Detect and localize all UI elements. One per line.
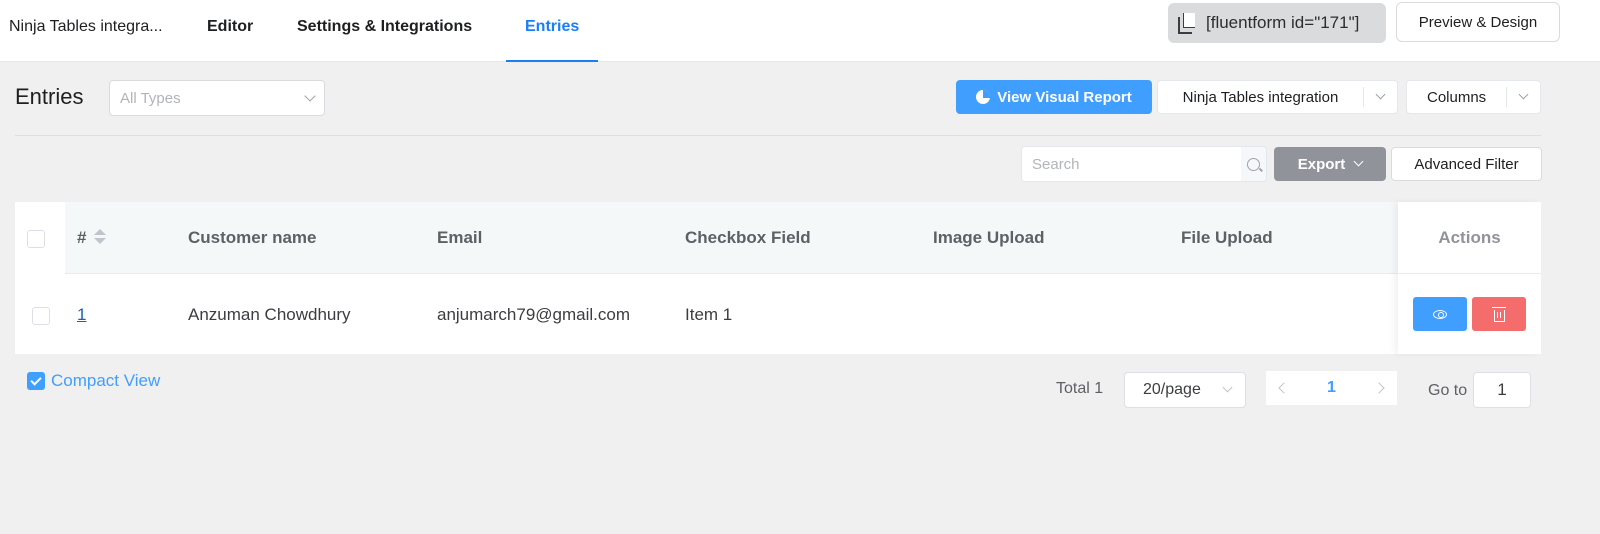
next-page-button[interactable]: [1373, 382, 1385, 394]
total-count: Total 1: [1056, 380, 1104, 397]
view-visual-report-button[interactable]: View Visual Report: [956, 80, 1152, 114]
entry-type-placeholder: All Types: [120, 89, 181, 107]
compact-view-checkbox[interactable]: [27, 372, 45, 390]
chevron-down-icon: [1375, 89, 1386, 100]
checkbox-field-cell: Item 1: [685, 305, 733, 324]
goto-label: Go to: [1428, 382, 1468, 399]
tab-entries[interactable]: Entries: [505, 0, 599, 62]
preview-design-button[interactable]: Preview & Design: [1396, 2, 1560, 42]
row-select-checkbox[interactable]: [32, 307, 50, 325]
entry-id-link[interactable]: 1: [77, 305, 86, 324]
eye-icon: [1433, 309, 1447, 319]
column-header-id-label: #: [77, 228, 87, 247]
delete-entry-button[interactable]: [1472, 297, 1526, 331]
columns-dropdown[interactable]: Columns: [1406, 80, 1541, 114]
tab-settings-integrations[interactable]: Settings & Integrations: [297, 0, 472, 62]
select-all-cell: [15, 202, 65, 274]
previous-page-button[interactable]: [1278, 382, 1290, 394]
shortcode-text: [fluentform id="171"]: [1206, 13, 1360, 32]
columns-toggle[interactable]: [1506, 87, 1540, 107]
pagination: 1: [1266, 371, 1397, 405]
search-button[interactable]: [1241, 147, 1266, 181]
copy-icon: [1178, 13, 1196, 34]
chevron-down-icon: [1222, 382, 1233, 393]
table-header: # Customer name Email Checkbox Field Ima…: [15, 202, 1541, 274]
export-label: Export: [1297, 155, 1346, 173]
tab-editor[interactable]: Editor: [207, 0, 253, 62]
trash-icon: [1491, 306, 1506, 322]
page-size-select[interactable]: 20/page: [1124, 372, 1246, 408]
view-visual-report-label: View Visual Report: [997, 88, 1132, 106]
chevron-down-icon: [304, 89, 316, 102]
search-icon: [1247, 157, 1260, 171]
chevron-down-icon: [1518, 89, 1529, 100]
page-number-current[interactable]: 1: [1327, 379, 1336, 397]
email-cell: anjumarch79@gmail.com: [437, 305, 631, 324]
column-header-actions: Actions: [1398, 202, 1541, 274]
select-all-checkbox[interactable]: [27, 230, 45, 248]
compact-view-label: Compact View: [51, 371, 161, 390]
actions-column: Actions: [1398, 202, 1541, 354]
search-box: [1021, 146, 1267, 182]
entry-type-select[interactable]: All Types: [109, 80, 325, 116]
export-button[interactable]: Export: [1274, 147, 1386, 181]
column-header-email: Email: [437, 228, 483, 247]
form-name-breadcrumb[interactable]: Ninja Tables integra...: [9, 0, 163, 62]
page-title: Entries: [15, 84, 84, 109]
advanced-filter-button[interactable]: Advanced Filter: [1391, 147, 1542, 181]
header-divider: [15, 135, 1541, 136]
column-header-checkbox-field: Checkbox Field: [685, 228, 811, 247]
column-header-file-upload: File Upload: [1181, 228, 1273, 247]
chevron-down-icon: [1353, 156, 1364, 167]
entries-table: # Customer name Email Checkbox Field Ima…: [15, 202, 1541, 354]
view-entry-button[interactable]: [1413, 297, 1467, 331]
shortcode-copy-button[interactable]: [fluentform id="171"]: [1168, 3, 1386, 43]
customer-name-cell: Anzuman Chowdhury: [188, 305, 351, 324]
column-header-image-upload: Image Upload: [933, 228, 1045, 247]
columns-label: Columns: [1427, 88, 1487, 106]
column-header-customer-name: Customer name: [188, 228, 317, 247]
entry-id-cell: 1: [77, 275, 86, 354]
search-input[interactable]: [1022, 147, 1241, 181]
sort-icon[interactable]: [94, 228, 107, 245]
compact-view-toggle[interactable]: Compact View: [27, 371, 160, 391]
form-selector-dropdown[interactable]: Ninja Tables integration: [1157, 80, 1398, 114]
page-size-value: 20/page: [1143, 381, 1201, 398]
column-header-id[interactable]: #: [77, 202, 107, 274]
form-selector-label: Ninja Tables integration: [1182, 88, 1339, 106]
goto-page-input[interactable]: [1473, 372, 1531, 408]
top-navigation: Ninja Tables integra... Editor Settings …: [0, 0, 1600, 62]
form-selector-toggle[interactable]: [1363, 87, 1397, 107]
pie-chart-icon: [976, 90, 991, 104]
